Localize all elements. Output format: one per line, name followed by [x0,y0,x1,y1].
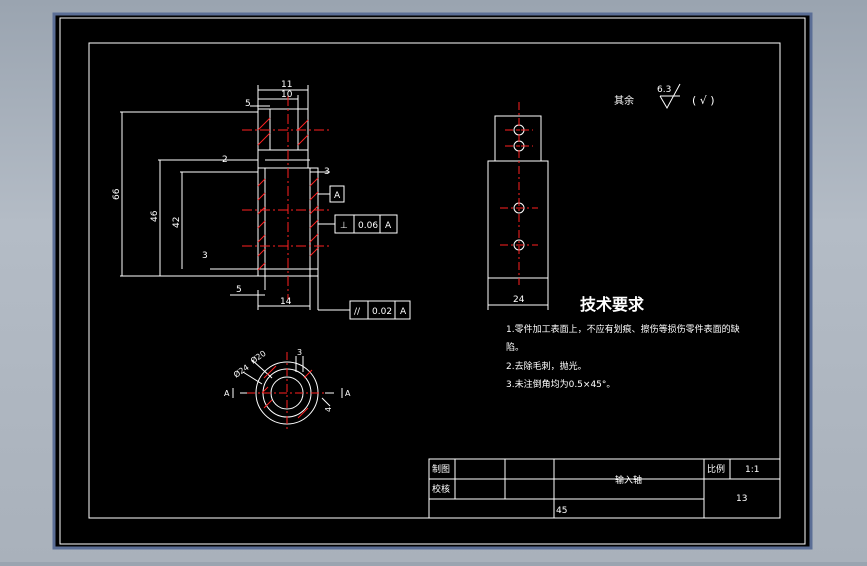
dim-46: 46 [150,210,160,222]
parallel-symbol: // [354,307,361,317]
perp-value: 0.06 [358,221,378,231]
dim-10: 10 [281,90,293,100]
scale-value: 1:1 [745,465,759,475]
checked-label: 校核 [432,483,450,495]
tech-item-2: 2.去除毛刺，抛光。 [506,360,587,372]
finish-suffix: ( √ ) [692,94,715,107]
tech-item-3: 3.未注倒角均为0.5×45°。 [506,378,615,390]
datum-a-label: A [334,191,341,201]
drawing-number: 13 [736,494,747,504]
dim-2: 2 [222,155,228,165]
dim-14: 14 [280,297,292,307]
section-label-right: A [345,389,351,398]
finish-value: 6.3 [657,85,671,95]
material: 45 [556,506,567,516]
tech-item-1-cont: 陷。 [506,341,524,353]
dim-3-right: 3 [324,167,330,177]
parallel-value: 0.02 [372,307,392,317]
dim-66: 66 [112,188,122,200]
cad-viewport[interactable]: 11 10 5 2 3 3 5 14 66 46 42 A ⊥ 0.06 A /… [0,0,867,562]
drawing-canvas: 11 10 5 2 3 3 5 14 66 46 42 A ⊥ 0.06 A /… [52,12,813,550]
dim-3-section: 3 [297,348,302,357]
dim-5-top: 5 [245,99,251,109]
dim-5-bottom: 5 [236,285,242,295]
perp-symbol: ⊥ [340,221,348,231]
finish-prefix: 其余 [614,94,634,107]
dim-3-left: 3 [202,251,208,261]
dim-42: 42 [172,217,182,228]
section-label-left: A [224,389,230,398]
drawn-label: 制图 [432,463,450,475]
perp-datum: A [385,221,392,231]
tech-item-1: 1.零件加工表面上，不应有划痕、擦伤等损伤零件表面的缺 [506,323,740,335]
dim-24: 24 [513,295,525,305]
tech-title: 技术要求 [580,295,645,314]
dim-4: 4 [324,407,333,412]
scale-label: 比例 [707,463,725,475]
part-name: 输入轴 [615,474,642,486]
parallel-datum: A [400,307,407,317]
dim-11: 11 [281,80,292,90]
